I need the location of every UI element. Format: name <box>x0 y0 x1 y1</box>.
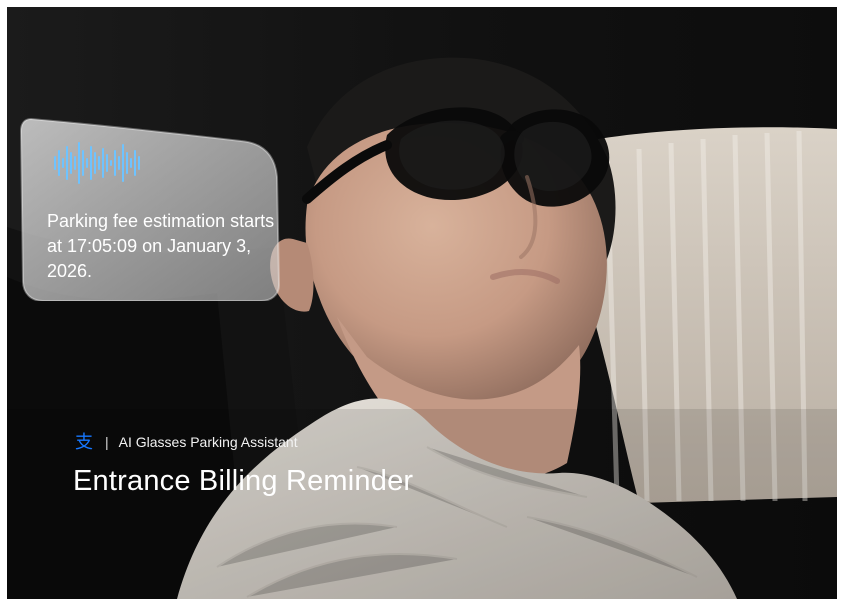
caption-subtitle: AI Glasses Parking Assistant <box>118 434 298 450</box>
brand-row: 支 | AI Glasses Parking Assistant <box>73 431 413 453</box>
caption: 支 | AI Glasses Parking Assistant Entranc… <box>73 431 413 498</box>
alipay-logo-icon: 支 <box>73 431 95 453</box>
video-frame: Parking fee estimation starts at 17:05:0… <box>7 7 837 599</box>
caption-title: Entrance Billing Reminder <box>73 465 414 497</box>
car-interior-scene <box>7 7 837 599</box>
notification-line-1: Parking fee estimation starts <box>47 211 275 231</box>
brand-logo-char: 支 <box>75 432 93 453</box>
notification-line-2: at 17:05:09 on January 3, 2026. <box>47 236 252 281</box>
brand-divider: | <box>105 434 109 450</box>
notification-text: Parking fee estimation starts at 17:05:0… <box>47 209 277 284</box>
